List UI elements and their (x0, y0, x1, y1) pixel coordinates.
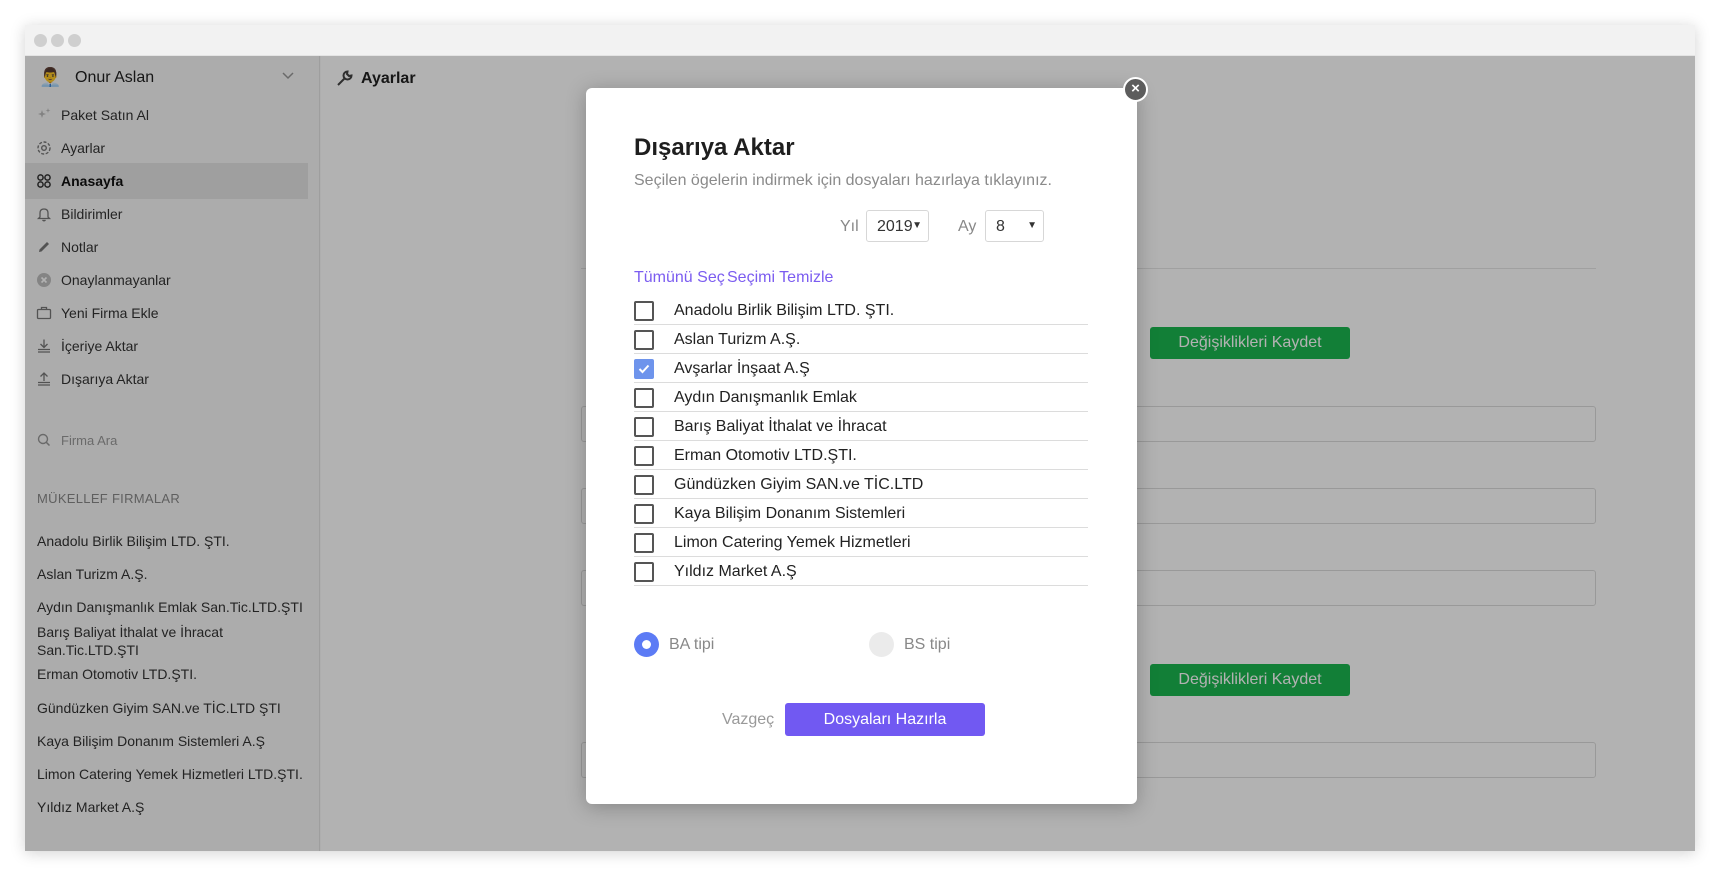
company-item[interactable]: Barış Baliyat İthalat ve İhracat (634, 412, 1088, 441)
month-value: 8 (996, 218, 1005, 235)
window-minimize-dot[interactable] (51, 34, 64, 47)
checkbox[interactable] (634, 562, 654, 582)
modal-subtitle: Seçilen ögelerin indirmek için dosyaları… (634, 172, 1052, 189)
checkbox[interactable] (634, 446, 654, 466)
radio-label: BA tipi (669, 636, 715, 653)
radio-button[interactable] (869, 632, 894, 657)
title-bar (25, 25, 1695, 56)
checkbox[interactable] (634, 417, 654, 437)
cancel-button[interactable]: Vazgeç (722, 711, 774, 729)
close-icon[interactable]: × (1123, 77, 1148, 102)
company-item[interactable]: Kaya Bilişim Donanım Sistemleri (634, 499, 1088, 528)
company-label: Erman Otomotiv LTD.ŞTI. (674, 447, 857, 464)
app-window: 👨‍💼 Onur Aslan Paket Satın Al Ayarlar An… (25, 25, 1695, 851)
check-icon (638, 364, 650, 374)
company-label: Aydın Danışmanlık Emlak (674, 389, 857, 406)
month-select[interactable]: 8 ▼ (985, 210, 1044, 242)
company-item[interactable]: Yıldız Market A.Ş (634, 557, 1088, 586)
export-modal: Dışarıya Aktar Seçilen ögelerin indirmek… (586, 88, 1137, 804)
company-label: Yıldız Market A.Ş (674, 563, 797, 580)
company-item[interactable]: Avşarlar İnşaat A.Ş (634, 354, 1088, 383)
checkbox[interactable] (634, 301, 654, 321)
radio-bs-tipi[interactable]: BS tipi (869, 632, 989, 658)
year-label: Yıl (840, 218, 859, 235)
company-item[interactable]: Anadolu Birlik Bilişim LTD. ŞTI. (634, 296, 1088, 325)
caret-down-icon: ▼ (1027, 220, 1037, 231)
company-label: Limon Catering Yemek Hizmetleri (674, 534, 911, 551)
clear-selection-link[interactable]: Seçimi Temizle (727, 269, 833, 287)
checkbox[interactable] (634, 504, 654, 524)
window-maximize-dot[interactable] (68, 34, 81, 47)
window-close-dot[interactable] (34, 34, 47, 47)
company-label: Avşarlar İnşaat A.Ş (674, 360, 810, 377)
year-value: 2019 (877, 218, 913, 235)
prepare-files-button[interactable]: Dosyaları Hazırla (785, 703, 985, 736)
company-label: Anadolu Birlik Bilişim LTD. ŞTI. (674, 302, 895, 319)
company-label: Aslan Turizm A.Ş. (674, 331, 801, 348)
month-label: Ay (958, 218, 977, 235)
radio-ba-tipi[interactable]: BA tipi (634, 632, 754, 658)
checkbox[interactable] (634, 388, 654, 408)
company-label: Kaya Bilişim Donanım Sistemleri (674, 505, 906, 522)
select-all-link[interactable]: Tümünü Seç (634, 269, 725, 287)
year-select[interactable]: 2019 ▼ (866, 210, 929, 242)
caret-down-icon: ▼ (912, 220, 922, 231)
modal-title: Dışarıya Aktar (634, 134, 795, 161)
checkbox[interactable] (634, 475, 654, 495)
checkbox-checked[interactable] (634, 359, 654, 379)
checkbox[interactable] (634, 330, 654, 350)
company-label: Barış Baliyat İthalat ve İhracat (674, 418, 887, 435)
company-item[interactable]: Erman Otomotiv LTD.ŞTI. (634, 441, 1088, 470)
radio-label: BS tipi (904, 636, 951, 653)
company-item[interactable]: Aydın Danışmanlık Emlak (634, 383, 1088, 412)
company-label: Gündüzken Giyim SAN.ve TİC.LTD (674, 476, 924, 493)
company-item[interactable]: Aslan Turizm A.Ş. (634, 325, 1088, 354)
checkbox[interactable] (634, 533, 654, 553)
company-item[interactable]: Gündüzken Giyim SAN.ve TİC.LTD (634, 470, 1088, 499)
company-item[interactable]: Limon Catering Yemek Hizmetleri (634, 528, 1088, 557)
radio-button-selected[interactable] (634, 632, 659, 657)
